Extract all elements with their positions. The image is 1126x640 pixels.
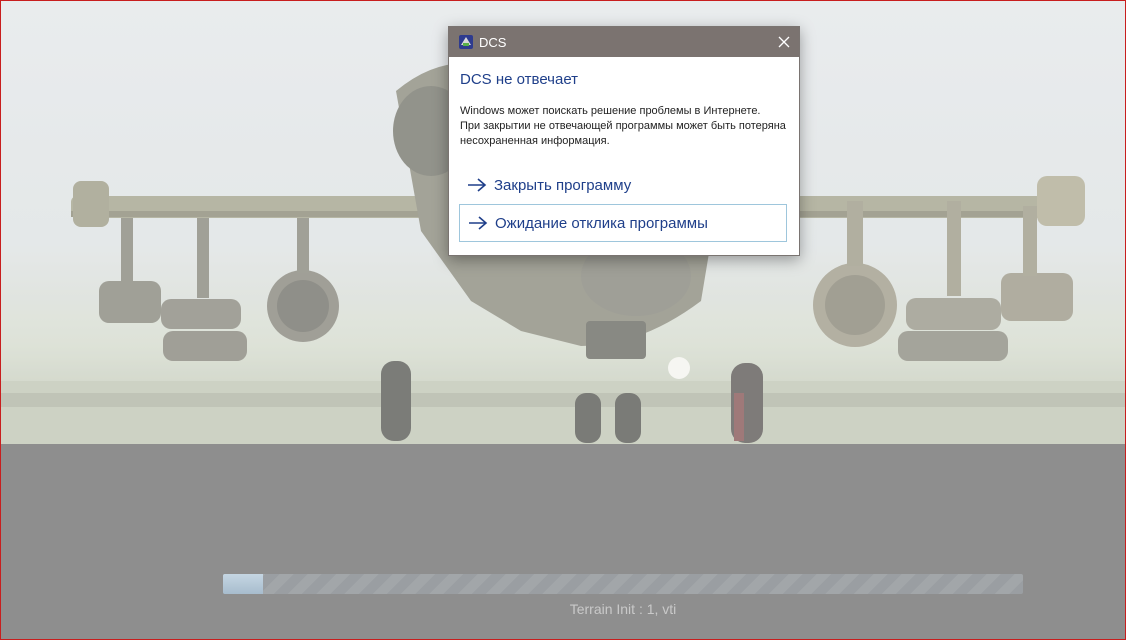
dialog-titlebar[interactable]: DCS [449,27,799,57]
close-program-label: Закрыть программу [494,176,632,194]
wait-for-program-label: Ожидание отклика программы [495,214,708,232]
close-icon [778,36,790,48]
arrow-right-icon [469,216,488,230]
loading-progress-fill [223,574,263,594]
loading-status-text: Terrain Init : 1, vti [569,601,677,617]
loading-progress-bar [223,574,1023,594]
dcs-app-icon [458,34,474,50]
dialog-heading: DCS не отвечает [460,71,579,88]
close-program-button[interactable]: Закрыть программу [459,166,787,204]
arrow-right-icon [468,178,487,192]
dialog-message: Windows может поискать решение проблемы … [460,105,786,147]
wait-for-program-button[interactable]: Ожидание отклика программы [459,204,787,242]
close-button[interactable] [769,27,799,57]
dialog-title: DCS [479,35,507,50]
game-window: Terrain Init : 1, vti DCS DCS не отвечае… [0,0,1126,640]
not-responding-dialog: DCS DCS не отвечает Windows может поиска… [448,26,800,256]
